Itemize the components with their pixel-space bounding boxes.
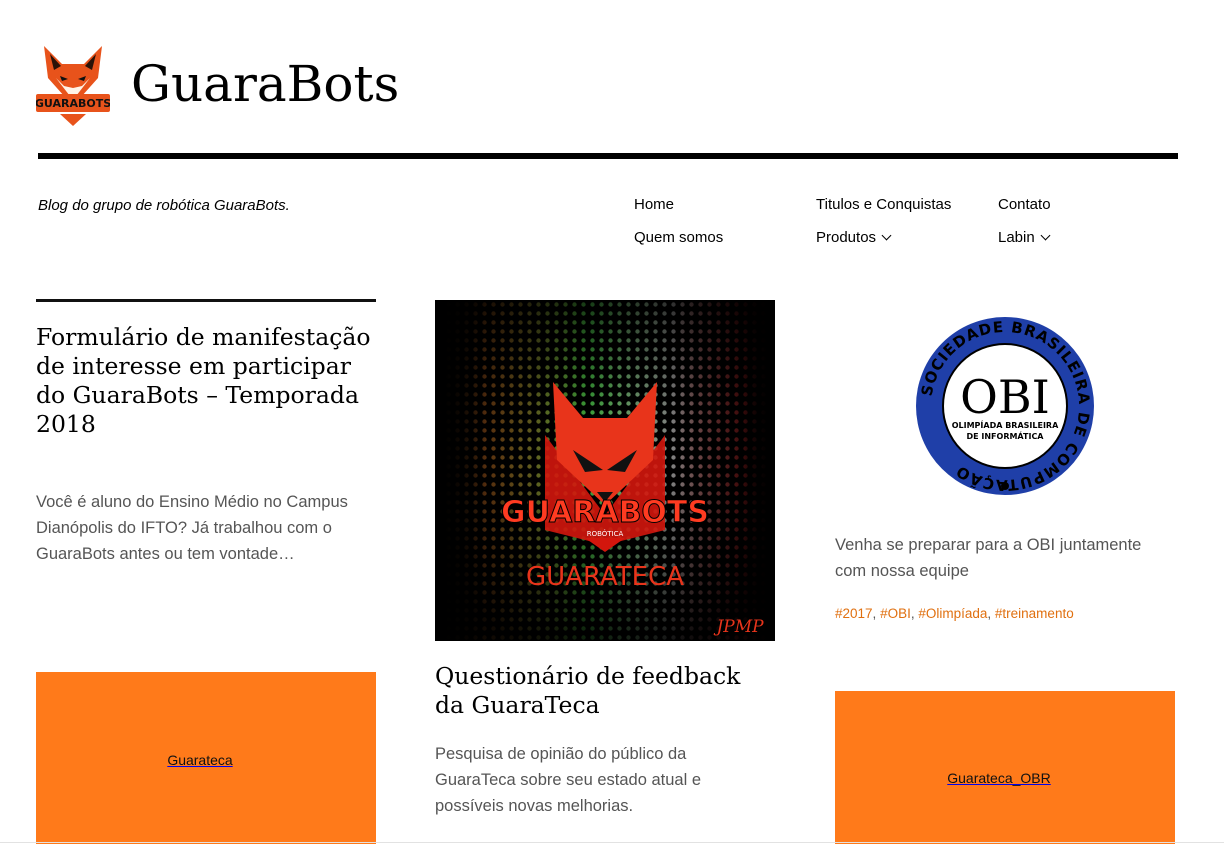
obi-badge-image[interactable]: SOCIEDADE BRASILEIRA DE COMPUTAÇÃO OBI O… [915, 316, 1095, 496]
post-title[interactable]: Questionário de feedback da GuaraTeca [435, 662, 775, 720]
tag-link[interactable]: #Olimpíada [918, 606, 987, 621]
thumbnail-label: Guarateca_OBR [947, 769, 1051, 786]
svg-text:ROBÓTICA: ROBÓTICA [587, 529, 624, 538]
nav-quem-somos[interactable]: Quem somos [634, 229, 723, 246]
post-title[interactable]: Formulário de manifestação de interesse … [36, 323, 376, 439]
svg-text:OBI: OBI [960, 370, 1050, 424]
tag-link[interactable]: #OBI [880, 606, 911, 621]
nav-titulos[interactable]: Titulos e Conquistas [816, 196, 951, 213]
svg-text:OLIMPÍADA BRASILEIRA: OLIMPÍADA BRASILEIRA [952, 419, 1059, 430]
svg-text:JPMP: JPMP [713, 617, 764, 637]
post-excerpt: Venha se preparar para a OBI juntamente … [835, 536, 1142, 580]
thumbnail-label: Guarateca [167, 752, 233, 768]
svg-text:DE INFORMÁTICA: DE INFORMÁTICA [966, 430, 1044, 441]
chevron-down-icon [1040, 230, 1051, 241]
post-divider [36, 299, 376, 302]
post-thumbnail-guarateca-obr[interactable]: Guarateca_OBR [835, 691, 1175, 844]
obi-logo-icon: SOCIEDADE BRASILEIRA DE COMPUTAÇÃO OBI O… [916, 317, 1094, 495]
site-title[interactable]: GuaraBots [131, 50, 399, 118]
fox-logo-icon: GUARABOTS [35, 46, 111, 126]
post-tags: #2017, #OBI, #Olimpíada, #treinamento [835, 606, 1074, 621]
header-divider [38, 153, 1178, 159]
site-tagline: Blog do grupo de robótica GuaraBots. [38, 197, 290, 214]
post-excerpt: Pesquisa de opinião do público da GuaraT… [435, 745, 702, 815]
nav-home[interactable]: Home [634, 196, 674, 213]
svg-text:GUARABOTS: GUARABOTS [36, 97, 110, 110]
post-featured-image[interactable]: GUARABOTS ROBÓTICA GUARATECA JPMP [435, 300, 775, 641]
tag-link[interactable]: #treinamento [995, 606, 1074, 621]
svg-text:GUARATECA: GUARATECA [526, 562, 684, 592]
chevron-down-icon [881, 230, 892, 241]
post-thumbnail-guarateca[interactable]: Guarateca [36, 672, 376, 844]
tag-link[interactable]: #2017 [835, 606, 873, 621]
site-logo[interactable]: GUARABOTS [35, 42, 111, 126]
nav-produtos-label: Produtos [816, 229, 877, 246]
viewport-bottom-edge [0, 842, 1224, 843]
svg-text:GUARABOTS: GUARABOTS [501, 495, 709, 530]
nav-produtos[interactable]: Produtos [816, 229, 892, 246]
guarateca-image: GUARABOTS ROBÓTICA GUARATECA JPMP [435, 300, 775, 641]
nav-labin[interactable]: Labin [998, 229, 1051, 246]
nav-labin-label: Labin [998, 229, 1035, 246]
nav-contato[interactable]: Contato [998, 196, 1051, 213]
post-excerpt: Você é aluno do Ensino Médio no Campus D… [36, 493, 348, 563]
